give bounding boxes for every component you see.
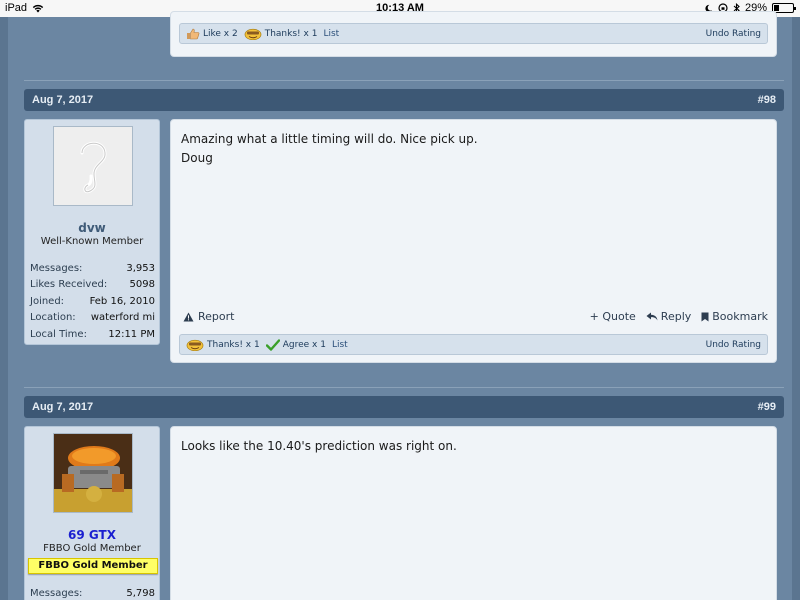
stat-local-time: Local Time: 12:11 PM	[30, 326, 155, 343]
rating-agree-label: Agree x 1	[282, 339, 326, 350]
stat-label: Messages:	[30, 587, 83, 599]
post-99-avatar[interactable]	[53, 433, 133, 513]
stat-label: Messages:	[30, 262, 83, 274]
rating-thanks[interactable]: Thanks! x 1	[186, 339, 260, 351]
thanks-icon	[244, 28, 262, 40]
post-98-date-bar: Aug 7, 2017 #98	[24, 89, 784, 111]
agree-check-icon	[265, 338, 280, 351]
rating-list-link[interactable]: List	[323, 29, 339, 39]
stat-value: Feb 16, 2010	[89, 295, 155, 307]
post-99-username[interactable]: 69 GTX	[25, 528, 159, 542]
post-99-user-card: 69 GTX FBBO Gold Member FBBO Gold Member…	[24, 426, 160, 600]
report-link[interactable]: Report	[183, 310, 234, 323]
reply-label: Reply	[660, 310, 692, 323]
post-98-avatar[interactable]	[53, 126, 133, 206]
rating-agree[interactable]: Agree x 1	[265, 338, 326, 351]
post-98-message: Amazing what a little timing will do. Ni…	[181, 130, 478, 168]
stat-label: Location:	[30, 312, 76, 324]
post-separator	[24, 80, 784, 81]
post-98-message-line: Amazing what a little timing will do. Ni…	[181, 132, 478, 146]
post-98-username[interactable]: dvw	[25, 221, 159, 235]
stat-value: waterford mi	[90, 312, 155, 324]
stat-label: Local Time:	[30, 328, 87, 340]
reply-arrow-icon	[646, 312, 658, 321]
stat-label: Joined:	[30, 295, 65, 307]
quote-button[interactable]: + Quote	[590, 310, 636, 323]
post-99-user-title: FBBO Gold Member	[43, 543, 141, 554]
reply-button[interactable]: Reply	[646, 310, 691, 323]
bookmark-label: Bookmark	[712, 310, 768, 323]
stat-value: 3,953	[126, 262, 155, 274]
post-99-date-bar: Aug 7, 2017 #99	[24, 396, 784, 418]
rating-list-link[interactable]: List	[332, 340, 348, 350]
post-99-body: Looks like the 10.40's prediction was ri…	[170, 426, 777, 600]
stat-messages: Messages: 3,953	[30, 260, 155, 277]
post-98-user-card: dvw Well-Known Member Messages: 3,953 Lik…	[24, 119, 160, 345]
rating-like[interactable]: Like x 2	[186, 28, 238, 40]
rating-like-label: Like x 2	[203, 28, 238, 39]
bookmark-icon	[701, 312, 709, 321]
post-98-date: Aug 7, 2017	[32, 94, 94, 106]
stat-location: Location: waterford mi	[30, 310, 155, 327]
rating-thanks[interactable]: Thanks! x 1	[244, 28, 318, 40]
stat-label: Likes Received:	[30, 279, 108, 291]
post-98-permalink[interactable]: #98	[758, 94, 776, 106]
post-98-body: Amazing what a little timing will do. Ni…	[170, 119, 777, 363]
warning-icon	[183, 312, 194, 321]
post-99-message: Looks like the 10.40's prediction was ri…	[181, 437, 457, 456]
rating-thanks-label: Thanks! x 1	[207, 339, 260, 350]
stat-joined: Joined: Feb 16, 2010	[30, 293, 155, 310]
gold-member-banner: FBBO Gold Member	[28, 558, 158, 574]
post-98-message-signature: Doug	[181, 151, 213, 165]
undo-rating-link[interactable]: Undo Rating	[706, 29, 761, 39]
stat-value: 5,798	[126, 587, 155, 599]
stat-likes: Likes Received: 5098	[30, 277, 155, 294]
post-99-permalink[interactable]: #99	[758, 401, 776, 413]
stat-value: 12:11 PM	[108, 328, 155, 340]
stat-value: 5098	[129, 279, 155, 291]
like-icon	[187, 28, 200, 39]
post-99-user-stats: Messages: 5,798	[30, 585, 155, 600]
post-98-controls: + Quote Reply Bookmark	[590, 310, 768, 323]
engine-photo-avatar-icon	[54, 434, 132, 512]
post-99-message-line: Looks like the 10.40's prediction was ri…	[181, 439, 457, 453]
post-98-user-title: Well-Known Member	[40, 236, 144, 247]
thanks-icon	[186, 339, 204, 351]
thread-page: Like x 2 Thanks! x 1 List Undo Rating Au…	[8, 11, 792, 600]
post-98-user-stats: Messages: 3,953 Likes Received: 5098 Joine…	[30, 260, 155, 343]
question-mark-avatar-icon	[80, 141, 107, 194]
post-separator	[24, 387, 784, 388]
report-label: Report	[198, 310, 235, 323]
bookmark-button[interactable]: Bookmark	[701, 310, 768, 323]
stat-messages: Messages: 5,798	[30, 585, 155, 600]
previous-post-rating-bar: Like x 2 Thanks! x 1 List Undo Rating	[179, 23, 768, 44]
undo-rating-link[interactable]: Undo Rating	[706, 340, 761, 350]
rating-thanks-label: Thanks! x 1	[264, 28, 318, 39]
previous-post-body: Like x 2 Thanks! x 1 List Undo Rating	[170, 11, 777, 57]
post-99-date: Aug 7, 2017	[32, 401, 94, 413]
post-98-rating-bar: Thanks! x 1 Agree x 1 List Undo Rating	[179, 334, 768, 355]
